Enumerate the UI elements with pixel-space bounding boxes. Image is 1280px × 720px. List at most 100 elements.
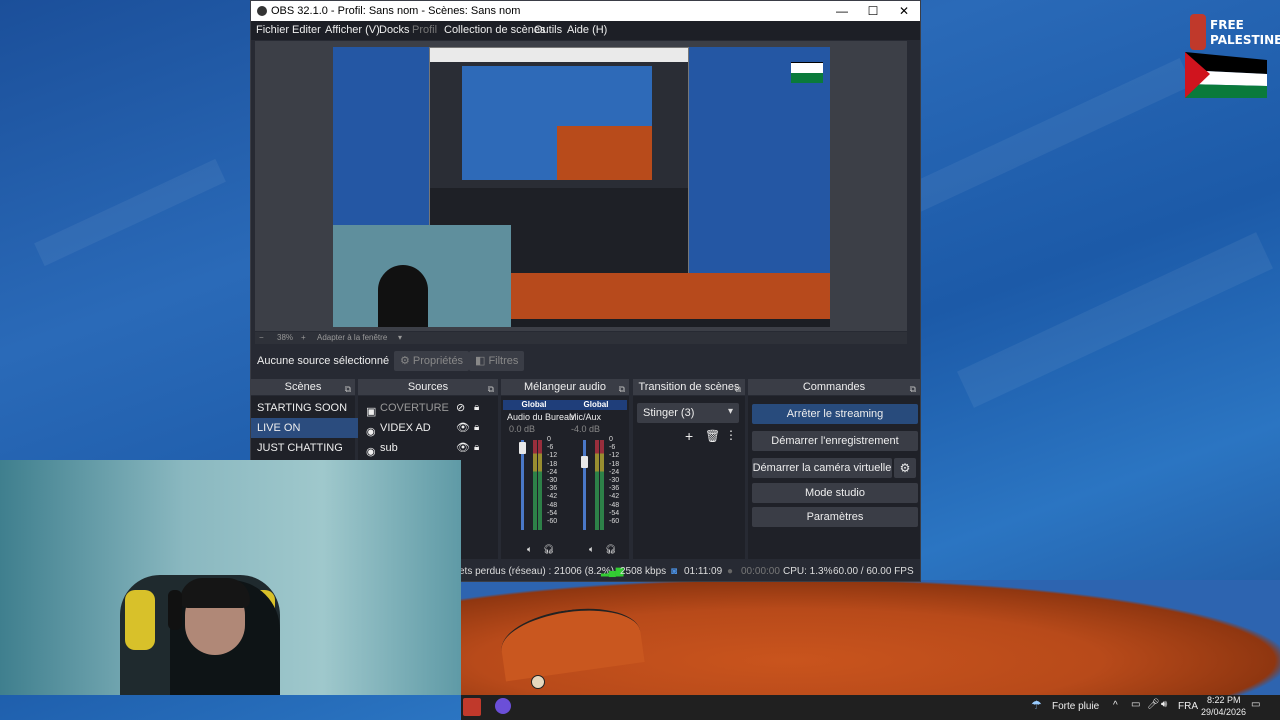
eye-icon[interactable]: 👁︎ <box>456 418 470 438</box>
scene-item-just-chatting[interactable]: JUST CHATTING <box>251 438 359 458</box>
headphones-icon[interactable]: 🎧︎ <box>543 544 554 555</box>
gear-icon: ⚙ <box>400 355 413 367</box>
fit-window-label[interactable]: Adapter à la fenêtre <box>317 333 387 342</box>
cpu-usage: CPU: 1.3% <box>783 566 833 577</box>
browser-icon: ◉ <box>366 446 376 458</box>
popout-icon[interactable]: ⧉ <box>910 381 916 397</box>
menu-editer[interactable]: Editer <box>292 24 321 36</box>
studio-mode-button[interactable]: Mode studio <box>752 483 918 503</box>
logo-line-2: PALESTINE <box>1210 33 1280 47</box>
scene-item-live-on[interactable]: LIVE ON <box>251 418 359 438</box>
nested-preview <box>462 66 652 180</box>
popout-icon[interactable]: ⧉ <box>735 381 741 397</box>
webcam-headset <box>168 590 182 630</box>
source-item-sub[interactable]: ◉ sub 👁︎ 🔒︎ <box>358 438 496 458</box>
gear-icon[interactable]: ⚙ <box>894 458 916 478</box>
filters-label: Filtres <box>488 355 519 367</box>
start-virtual-camera-button[interactable]: Démarrer la caméra virtuelle <box>752 458 892 478</box>
mixer-body: Global Audio du Bureau 0.0 dB 0 -6 -12 -18-… <box>501 396 629 559</box>
scene-item-starting-soon[interactable]: STARTING SOON <box>251 398 359 418</box>
source-label: sub <box>380 442 398 454</box>
channel-name[interactable]: Audio du Bureau <box>507 412 574 422</box>
eye-hidden-icon[interactable]: ⊘ <box>456 398 465 418</box>
clock-time[interactable]: 8:22 PM <box>1207 695 1241 705</box>
commands-dock: Commandes ⧉ Arrêter le streaming Démarrer… <box>748 379 920 559</box>
menu-fichier[interactable]: Fichier <box>256 24 289 36</box>
speaker-icon[interactable]: 🔈︎ <box>527 544 532 555</box>
record-time: 00:00:00 <box>741 566 780 577</box>
popout-icon[interactable]: ⧉ <box>345 381 351 397</box>
settings-button[interactable]: Paramètres <box>752 507 918 527</box>
mixer-title: Mélangeur audio <box>524 381 606 393</box>
channel-head: Global <box>565 400 627 410</box>
sources-dock-title: Sources ⧉ <box>358 379 498 395</box>
weather-text[interactable]: Forte pluie <box>1052 701 1099 712</box>
channel-name[interactable]: Mic/Aux <box>569 412 601 422</box>
volume-slider-track[interactable] <box>583 440 586 530</box>
volume-icon[interactable]: 🔊︎ <box>1161 699 1167 710</box>
level-meter <box>600 440 604 530</box>
chevron-up-icon[interactable]: ^ <box>1113 700 1118 711</box>
clock-date[interactable]: 29/04/2026 <box>1201 707 1246 717</box>
menu-aide[interactable]: Aide (H) <box>567 24 607 36</box>
maximize-button[interactable]: ☐ <box>858 3 888 19</box>
menu-profil[interactable]: Profil <box>412 24 437 36</box>
sources-title: Sources <box>407 381 449 393</box>
obs-logo-icon <box>257 6 267 16</box>
obs-taskbar-icon[interactable] <box>495 698 511 714</box>
transition-selected: Stinger (3) <box>643 407 695 419</box>
popout-icon[interactable]: ⧉ <box>488 381 494 397</box>
eye-icon[interactable]: 👁︎ <box>456 438 470 458</box>
close-button[interactable]: ✕ <box>889 3 919 19</box>
headphones-icon[interactable]: 🎧︎ <box>605 544 616 555</box>
filters-button[interactable]: ◧ Filtres <box>469 351 525 371</box>
source-item-coverture[interactable]: ▣ COVERTURE ⊘ 🔒︎ <box>358 398 496 418</box>
zoom-in-button[interactable]: + <box>301 333 306 342</box>
more-icon[interactable]: ⋮ <box>725 428 737 442</box>
lock-icon[interactable]: 🔒︎ <box>474 398 479 418</box>
speaker-icon[interactable]: 🔈︎ <box>589 544 594 555</box>
volume-slider-handle[interactable] <box>581 456 588 468</box>
transitions-title: Transition de scènes <box>638 381 740 393</box>
microphone-icon[interactable]: 🎤︎ <box>1147 699 1160 710</box>
no-source-label: Aucune source sélectionné <box>257 355 390 367</box>
level-meter <box>533 440 537 530</box>
zoom-out-button[interactable]: − <box>259 333 264 342</box>
menu-collection-scenes[interactable]: Collection de scènes <box>444 24 546 36</box>
minimize-button[interactable]: — <box>827 3 857 19</box>
menu-docks[interactable]: Docks <box>379 24 410 36</box>
preview-area[interactable] <box>255 41 907 331</box>
dropped-frames: ets perdus (réseau) : 21006 (8.2%) <box>459 566 615 577</box>
wallpaper-streak <box>957 232 1273 408</box>
language-indicator[interactable]: FRA <box>1178 701 1198 712</box>
stream-preview[interactable] <box>333 47 830 327</box>
commands-title: Commandes <box>802 381 866 393</box>
trash-icon[interactable]: 🗑︎ <box>705 429 720 443</box>
channel-head: Global <box>503 400 565 410</box>
add-icon[interactable]: + <box>685 428 693 444</box>
lock-icon[interactable]: 🔒︎ <box>474 418 479 438</box>
network-icon[interactable]: ▭ <box>1131 699 1140 710</box>
live-time: 01:11:09 <box>684 566 723 577</box>
notification-icon[interactable]: ▭ <box>1251 699 1260 710</box>
stop-streaming-button[interactable]: Arrêter le streaming <box>752 404 918 424</box>
lock-icon[interactable]: 🔒︎ <box>474 438 479 458</box>
title-bar: OBS 32.1.0 - Profil: Sans nom - Scènes: … <box>251 1 920 21</box>
source-item-videx-ad[interactable]: ◉ VIDEX AD 👁︎ 🔒︎ <box>358 418 496 438</box>
transition-select[interactable]: Stinger (3) ▾ <box>637 403 739 423</box>
logo-line-1: FREE <box>1210 18 1244 32</box>
chevron-down-icon[interactable]: ▾ <box>398 333 402 342</box>
meter-scale: 0 -6 -12 -18 -24 -30 -36 -42 -48 -54 -60 <box>609 436 620 526</box>
menu-afficher[interactable]: Afficher (V) <box>325 24 380 36</box>
browser-icon: ◉ <box>366 426 376 438</box>
transitions-dock-title: Transition de scènes ⧉ <box>633 379 745 395</box>
menu-outils[interactable]: Outils <box>534 24 562 36</box>
properties-button[interactable]: ⚙ Propriétés <box>394 351 470 371</box>
window-title: OBS 32.1.0 - Profil: Sans nom - Scènes: … <box>271 5 521 17</box>
start-recording-button[interactable]: Démarrer l'enregistrement <box>752 431 918 451</box>
weather-icon[interactable]: ☂ <box>1031 698 1042 712</box>
popout-icon[interactable]: ⧉ <box>619 381 625 397</box>
voicemeeter-icon[interactable] <box>463 698 481 716</box>
filter-icon: ◧ <box>475 355 489 367</box>
volume-slider-handle[interactable] <box>519 442 526 454</box>
